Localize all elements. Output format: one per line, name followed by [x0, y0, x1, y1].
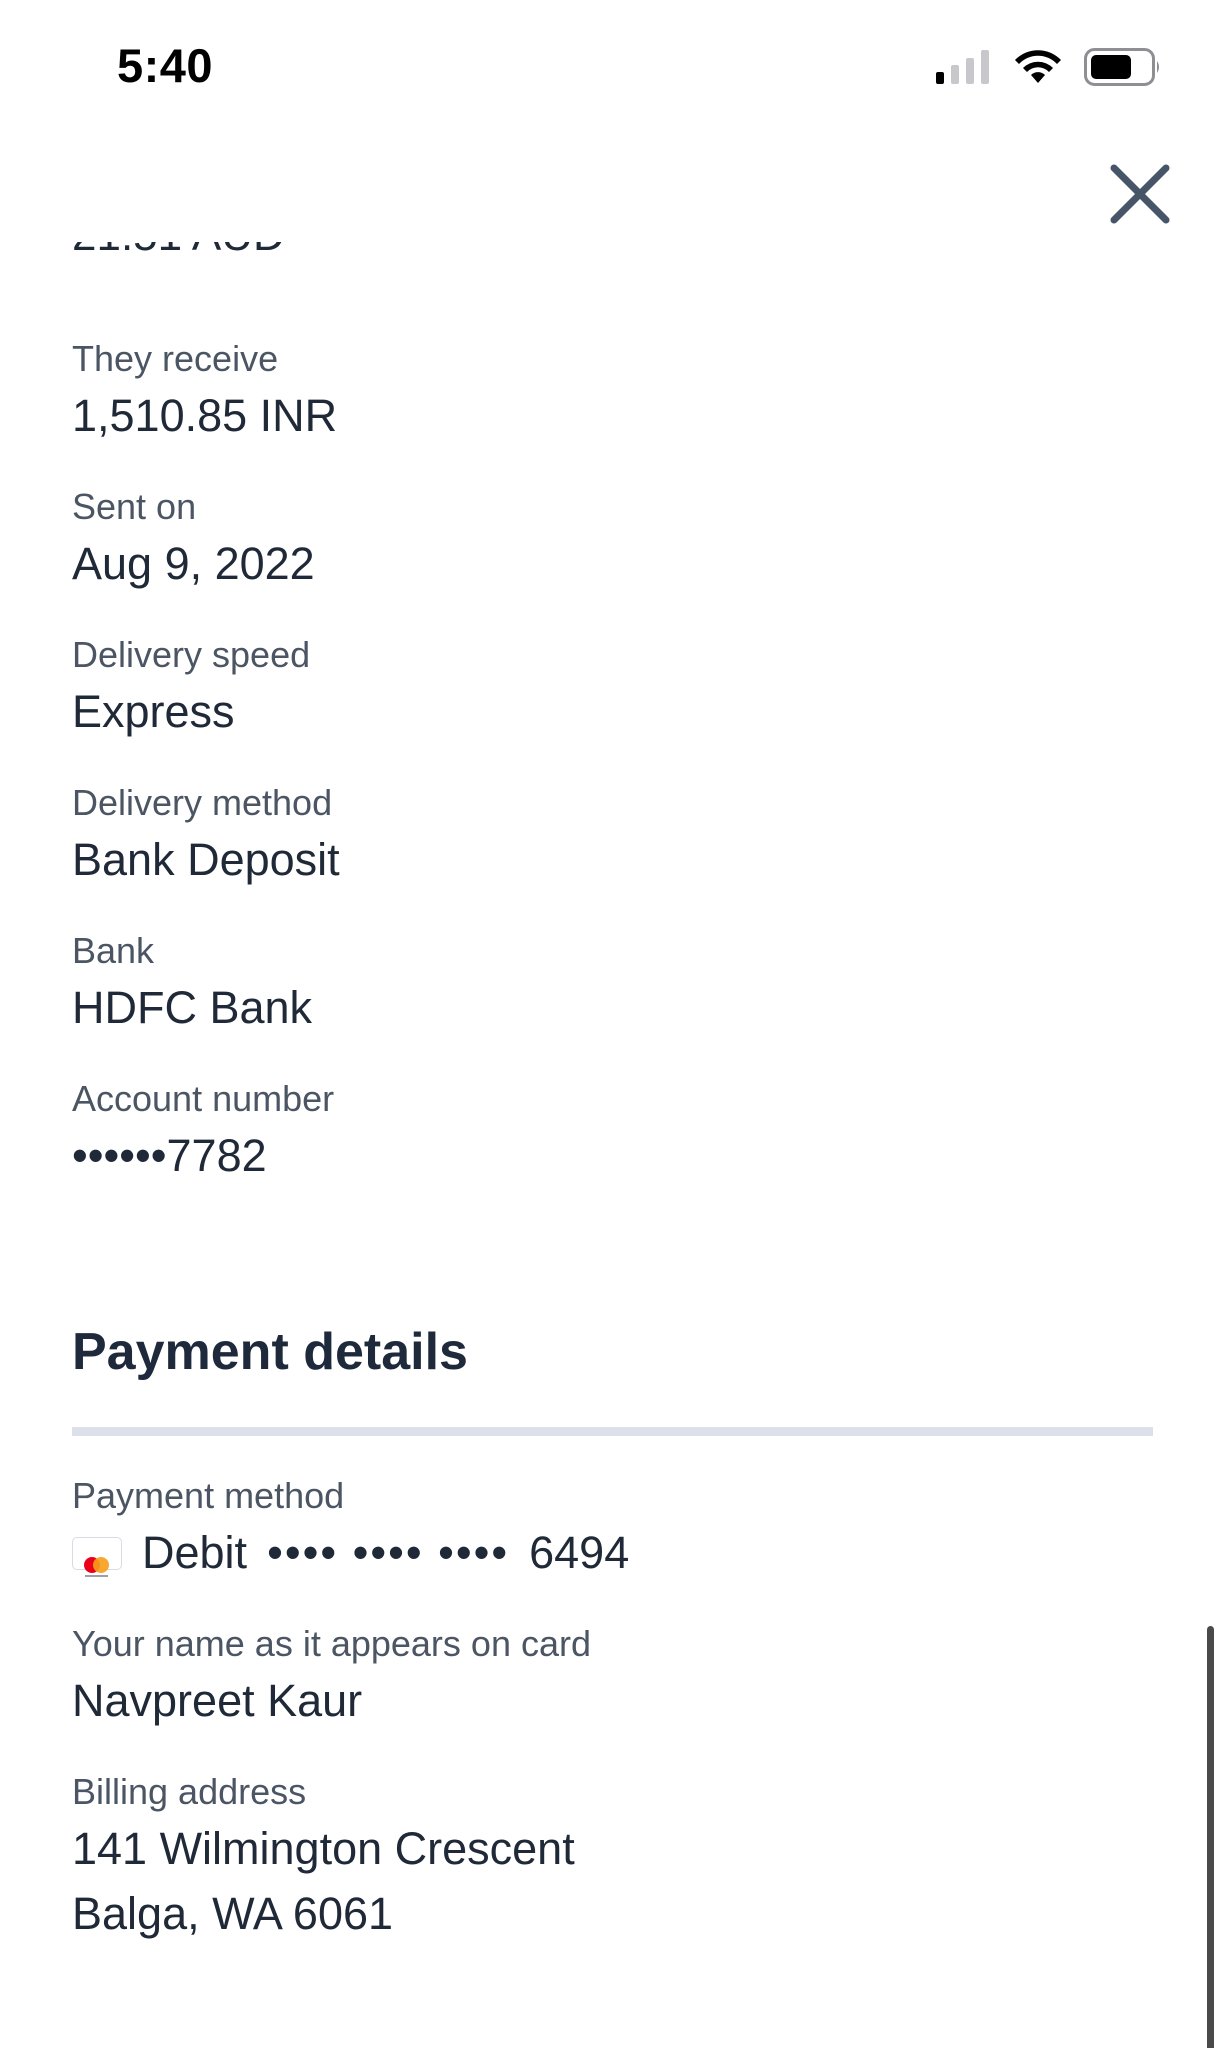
wifi-icon [1015, 50, 1061, 83]
billing-address-field: Billing address 141 Wilmington Crescent … [72, 1770, 575, 1942]
field-label: Bank [72, 930, 155, 971]
billing-address-line2: Balga, WA 6061 [72, 1888, 394, 1939]
field-value: Aug 9, 2022 [72, 538, 315, 589]
field-label: Your name as it appears on card [72, 1623, 591, 1664]
status-icons [936, 47, 1162, 87]
field-value: ••••••7782 [72, 1130, 267, 1181]
card-last4: 6494 [529, 1527, 630, 1578]
section-divider [72, 1427, 1153, 1436]
field-label: Billing address [72, 1771, 307, 1812]
field-value: Navpreet Kaur [72, 1675, 363, 1726]
battery-icon [1084, 48, 1159, 86]
payment-details-title: Payment details [72, 1323, 468, 1381]
field-value: Bank Deposit [72, 834, 340, 885]
field-label: Payment method [72, 1475, 345, 1516]
field-value: 1,510.85 INR [72, 390, 338, 441]
card-masked-digits: •••• •••• •••• [267, 1527, 510, 1578]
delivery-speed-field: Delivery speed Express [72, 633, 310, 740]
cellular-signal-icon [936, 50, 989, 84]
partial-amount-value: 21.51 AUD [72, 242, 285, 286]
field-label: Sent on [72, 486, 197, 527]
account-number-field: Account number ••••••7782 [72, 1077, 334, 1184]
field-value: Express [72, 686, 235, 737]
mastercard-icon [72, 1536, 122, 1577]
billing-address-line1: 141 Wilmington Crescent [72, 1823, 575, 1874]
field-value: HDFC Bank [72, 982, 313, 1033]
status-time: 5:40 [117, 39, 214, 92]
field-label: Delivery speed [72, 634, 311, 675]
bank-field: Bank HDFC Bank [72, 929, 312, 1036]
sent-on-field: Sent on Aug 9, 2022 [72, 485, 315, 592]
they-receive-field: They receive 1,510.85 INR [72, 337, 337, 444]
field-label: They receive [72, 338, 279, 379]
cardholder-name-field: Your name as it appears on card Navpreet… [72, 1622, 591, 1729]
field-label: Account number [72, 1078, 335, 1119]
close-icon[interactable] [1108, 162, 1172, 226]
payment-method-field: Payment method Debit •••• •••• •••• 6494 [72, 1474, 629, 1581]
transfer-receipt-screen: 5:40 21.51 AUD They receive 1,510.85 INR [0, 0, 1224, 2048]
delivery-method-field: Delivery method Bank Deposit [72, 781, 340, 888]
scrollbar[interactable] [1207, 1626, 1214, 2048]
field-label: Delivery method [72, 782, 333, 823]
payment-method-value: Debit •••• •••• •••• 6494 [72, 1525, 629, 1581]
card-type: Debit [142, 1527, 248, 1578]
